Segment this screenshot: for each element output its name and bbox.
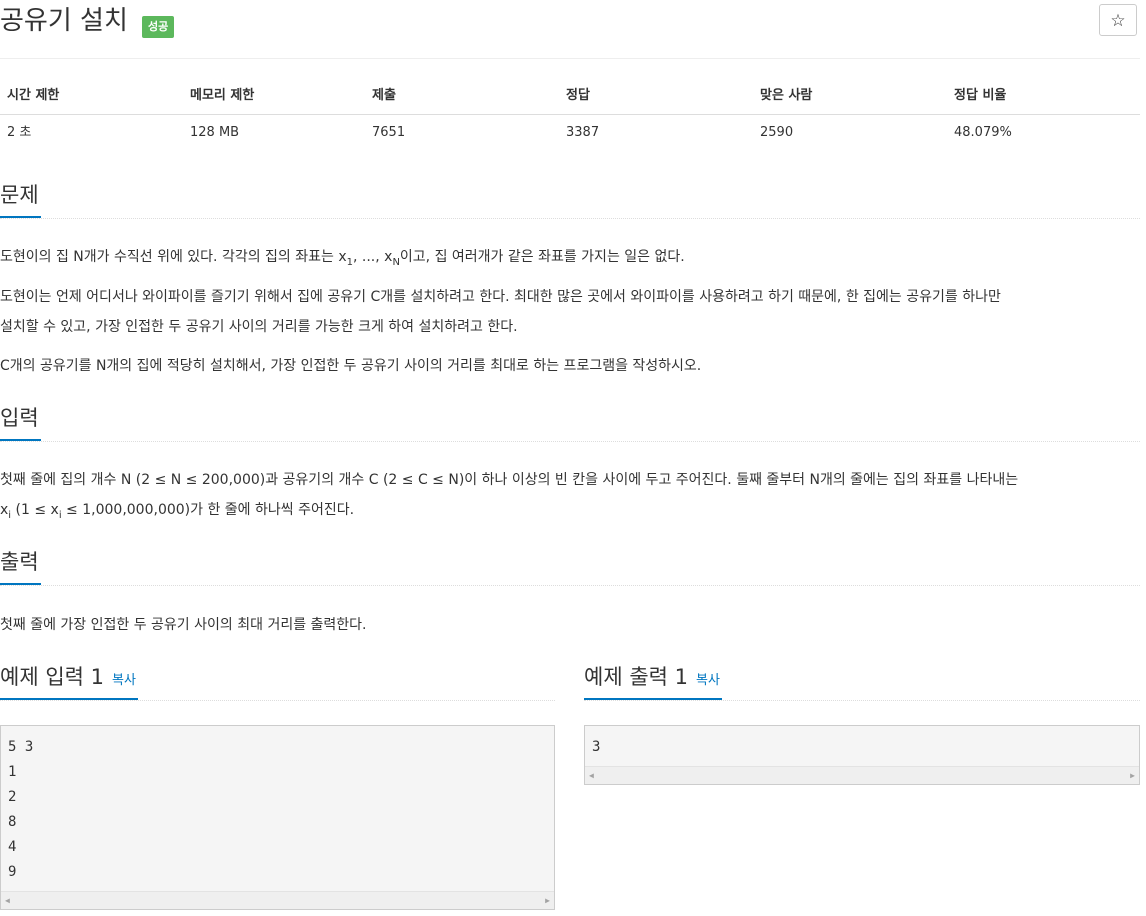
problem-title-row: 공유기 설치 성공 ☆ [0,0,1140,59]
subscript: N [392,256,400,268]
text: 도현이의 집 N개가 수직선 위에 있다. 각각의 집의 좌표는 x [0,249,347,265]
problem-paragraph-1: 도현이의 집 N개가 수직선 위에 있다. 각각의 집의 좌표는 x1, ...… [0,242,685,272]
table-header-row: 시간 제한 메모리 제한 제출 정답 맞은 사람 정답 비율 [0,78,1140,115]
text: 도현이는 언제 어디서나 와이파이를 즐기기 위해서 집에 공유기 C개를 설치… [0,289,1001,305]
header-accept-ratio: 정답 비율 [954,88,1007,103]
section-title-output: 출력 [0,547,41,585]
output-paragraph: 첫째 줄에 가장 인접한 두 공유기 사이의 최대 거리를 출력한다. [0,617,367,633]
input-paragraph: 첫째 줄에 집의 개수 N (2 ≤ N ≤ 200,000)과 공유기의 개수… [0,465,1018,525]
section-title-text: 문제 [0,183,39,207]
value-time-limit: 2 초 [7,125,32,140]
input-description-heading: 입력 [0,403,1140,442]
section-title-text: 예제 입력 1 [0,665,104,689]
text: 첫째 줄에 집의 개수 N (2 ≤ N ≤ 200,000)과 공유기의 개수… [0,472,1019,488]
problem-paragraph-3: C개의 공유기를 N개의 집에 적당히 설치해서, 가장 인접한 두 공유기 사… [0,358,702,374]
sample-output-box[interactable]: 3 ◀ ▶ [584,725,1140,785]
problem-paragraph-2: 도현이는 언제 어디서나 와이파이를 즐기기 위해서 집에 공유기 C개를 설치… [0,282,1001,342]
header-accepted: 정답 [566,88,590,103]
status-badge: 성공 [142,16,175,38]
section-title-text: 예제 출력 1 [584,665,688,689]
text: , ..., x [353,249,393,265]
text: (1 ≤ x [11,502,59,518]
section-title-text: 입력 [0,406,39,430]
value-submissions: 7651 [372,125,406,140]
header-solved-users: 맞은 사람 [760,88,813,103]
star-icon: ☆ [1110,11,1126,31]
scroll-left-icon[interactable]: ◀ [589,767,594,784]
value-accept-ratio: 48.079% [954,125,1012,140]
sample-output-heading: 예제 출력 1 복사 [584,662,1140,701]
copy-sample-input-button[interactable]: 복사 [112,673,136,688]
page-title: 공유기 설치 [0,6,128,36]
header-submissions: 제출 [372,88,396,103]
header-memory-limit: 메모리 제한 [190,88,255,103]
section-title-problem: 문제 [0,180,41,218]
problem-page: 공유기 설치 성공 ☆ 시간 제한 메모리 제한 제출 정답 맞은 사람 정답 … [0,0,1140,916]
favorite-button[interactable]: ☆ [1099,4,1137,36]
text: ≤ 1,000,000,000)가 한 줄에 하나씩 주어진다. [61,502,355,518]
horizontal-scrollbar[interactable]: ◀ ▶ [1,891,554,909]
value-accepted: 3387 [566,125,600,140]
header-time-limit: 시간 제한 [7,88,60,103]
output-description-heading: 출력 [0,547,1140,586]
sample-output-title: 예제 출력 1 복사 [584,662,722,700]
table-row: 2 초 128 MB 7651 3387 2590 48.079% [0,115,1140,151]
scroll-left-icon[interactable]: ◀ [5,892,10,909]
value-memory-limit: 128 MB [190,125,240,140]
text: 이고, 집 여러개가 같은 좌표를 가지는 일은 없다. [399,249,685,265]
scroll-right-icon[interactable]: ▶ [1130,767,1135,784]
value-solved-users: 2590 [760,125,794,140]
horizontal-scrollbar[interactable]: ◀ ▶ [585,766,1139,784]
problem-info-table: 시간 제한 메모리 제한 제출 정답 맞은 사람 정답 비율 2 초 128 M… [0,78,1140,151]
sample-input-title: 예제 입력 1 복사 [0,662,138,700]
scroll-right-icon[interactable]: ▶ [545,892,550,909]
copy-sample-output-button[interactable]: 복사 [696,673,720,688]
sample-input-heading: 예제 입력 1 복사 [0,662,555,701]
text: 설치할 수 있고, 가장 인접한 두 공유기 사이의 거리를 가능한 크게 하여… [0,319,518,335]
section-title-text: 출력 [0,550,39,574]
section-title-input: 입력 [0,403,41,441]
problem-description-heading: 문제 [0,180,1140,219]
sample-output-content: 3 [592,739,601,755]
sample-input-content: 5 3 1 2 8 4 9 [8,739,34,880]
sample-input-box[interactable]: 5 3 1 2 8 4 9 ◀ ▶ [0,725,555,910]
